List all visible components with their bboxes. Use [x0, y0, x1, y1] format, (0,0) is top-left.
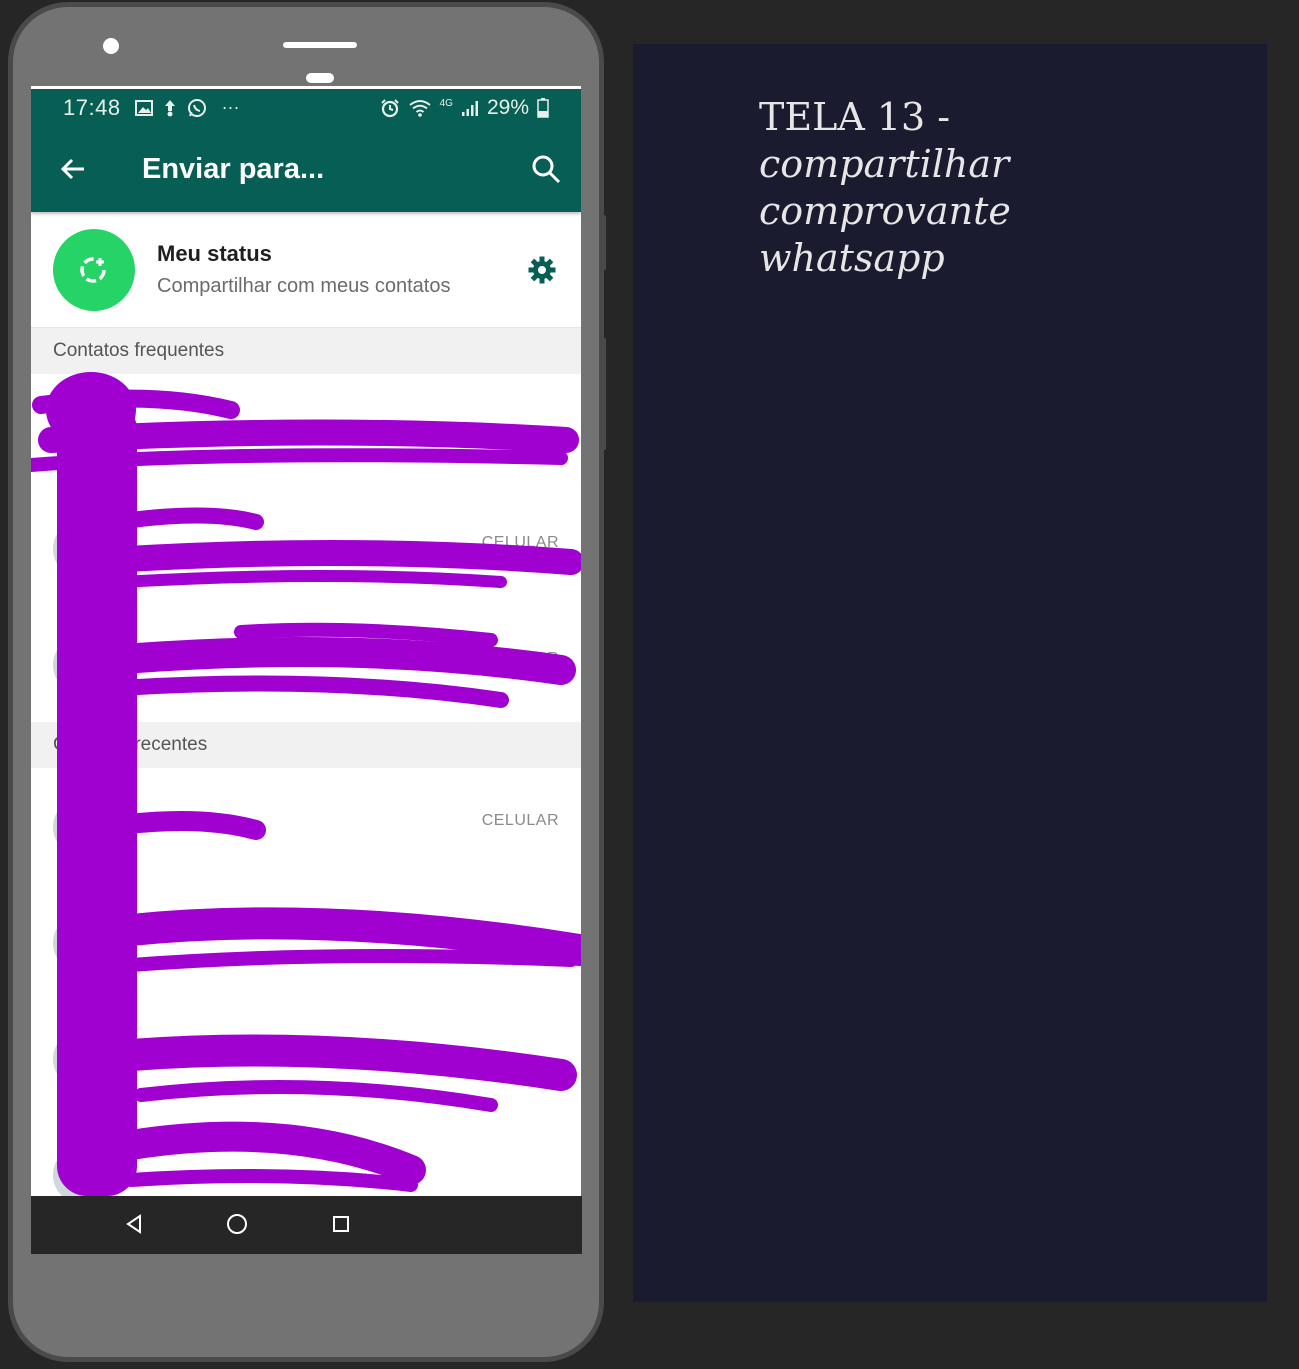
- avatar: [53, 1146, 111, 1196]
- contact-type-label: CELULAR: [481, 812, 559, 829]
- network-type: 4G: [439, 97, 453, 109]
- avatar: [53, 798, 111, 856]
- my-status-row[interactable]: Meu status Compartilhar com meus contato…: [31, 212, 581, 328]
- contact-row[interactable]: CELULAR: [31, 768, 581, 884]
- section-header-frequent: Contatos frequentes: [31, 328, 581, 374]
- panel-subtitle-line: compartilhar: [759, 142, 1010, 186]
- screen-number: TELA 13 -: [759, 95, 951, 139]
- image-icon: [134, 99, 153, 116]
- contact-row[interactable]: [31, 374, 581, 490]
- avatar: [53, 520, 111, 578]
- volume-up-button: [600, 215, 606, 270]
- panel-subtitle-line: comprovante: [759, 189, 1011, 233]
- description-panel: TELA 13 - compartilhar comprovante whats…: [633, 44, 1267, 1302]
- my-status-subtitle: Compartilhar com meus contatos: [157, 275, 451, 297]
- panel-title: TELA 13 - compartilhar comprovante whats…: [759, 94, 1179, 282]
- gear-icon[interactable]: [527, 255, 557, 285]
- wifi-icon: [408, 99, 432, 117]
- contact-row[interactable]: CELULAR: [31, 606, 581, 722]
- earpiece-speaker: [283, 42, 357, 48]
- recents-nav-icon[interactable]: [329, 1212, 353, 1236]
- add-status-avatar[interactable]: [53, 228, 135, 311]
- avatar: [53, 914, 111, 972]
- front-camera: [103, 38, 119, 54]
- contact-row[interactable]: [31, 1000, 581, 1116]
- page-title: Enviar para...: [142, 152, 325, 185]
- clock: 17:48: [63, 94, 121, 120]
- proximity-sensor: [306, 73, 334, 83]
- more-notifications: ···: [221, 97, 240, 117]
- avatar: [53, 1030, 111, 1088]
- contact-type-label: CELULAR: [481, 650, 559, 667]
- signal-icon: [461, 99, 479, 117]
- search-icon[interactable]: [531, 154, 561, 184]
- upload-icon: [162, 99, 178, 117]
- system-nav-bar: [31, 1196, 582, 1254]
- back-nav-icon[interactable]: [123, 1212, 147, 1236]
- phone-screen: 17:48 ··· 4G 29% Enviar para... Meu stat…: [31, 86, 581, 1196]
- my-status-name: Meu status: [157, 241, 272, 266]
- alarm-icon: [380, 98, 400, 118]
- avatar: [53, 636, 111, 694]
- contact-row[interactable]: [31, 1116, 581, 1196]
- contact-row[interactable]: [31, 884, 581, 1000]
- whatsapp-icon: [187, 98, 207, 118]
- status-bar: 17:48 ··· 4G 29%: [31, 86, 581, 126]
- section-header-recent: Contatos recentes: [31, 722, 581, 768]
- app-bar: Enviar para...: [31, 126, 581, 212]
- panel-subtitle-line: whatsapp: [759, 236, 945, 280]
- home-nav-icon[interactable]: [225, 1212, 249, 1236]
- battery-icon: [537, 97, 549, 118]
- contact-row[interactable]: CELULAR: [31, 490, 581, 606]
- battery-percent: 29%: [486, 95, 529, 119]
- power-button: [600, 338, 606, 450]
- contact-type-label: CELULAR: [481, 534, 559, 551]
- avatar: [53, 404, 111, 462]
- arrow-left-icon[interactable]: [59, 155, 87, 183]
